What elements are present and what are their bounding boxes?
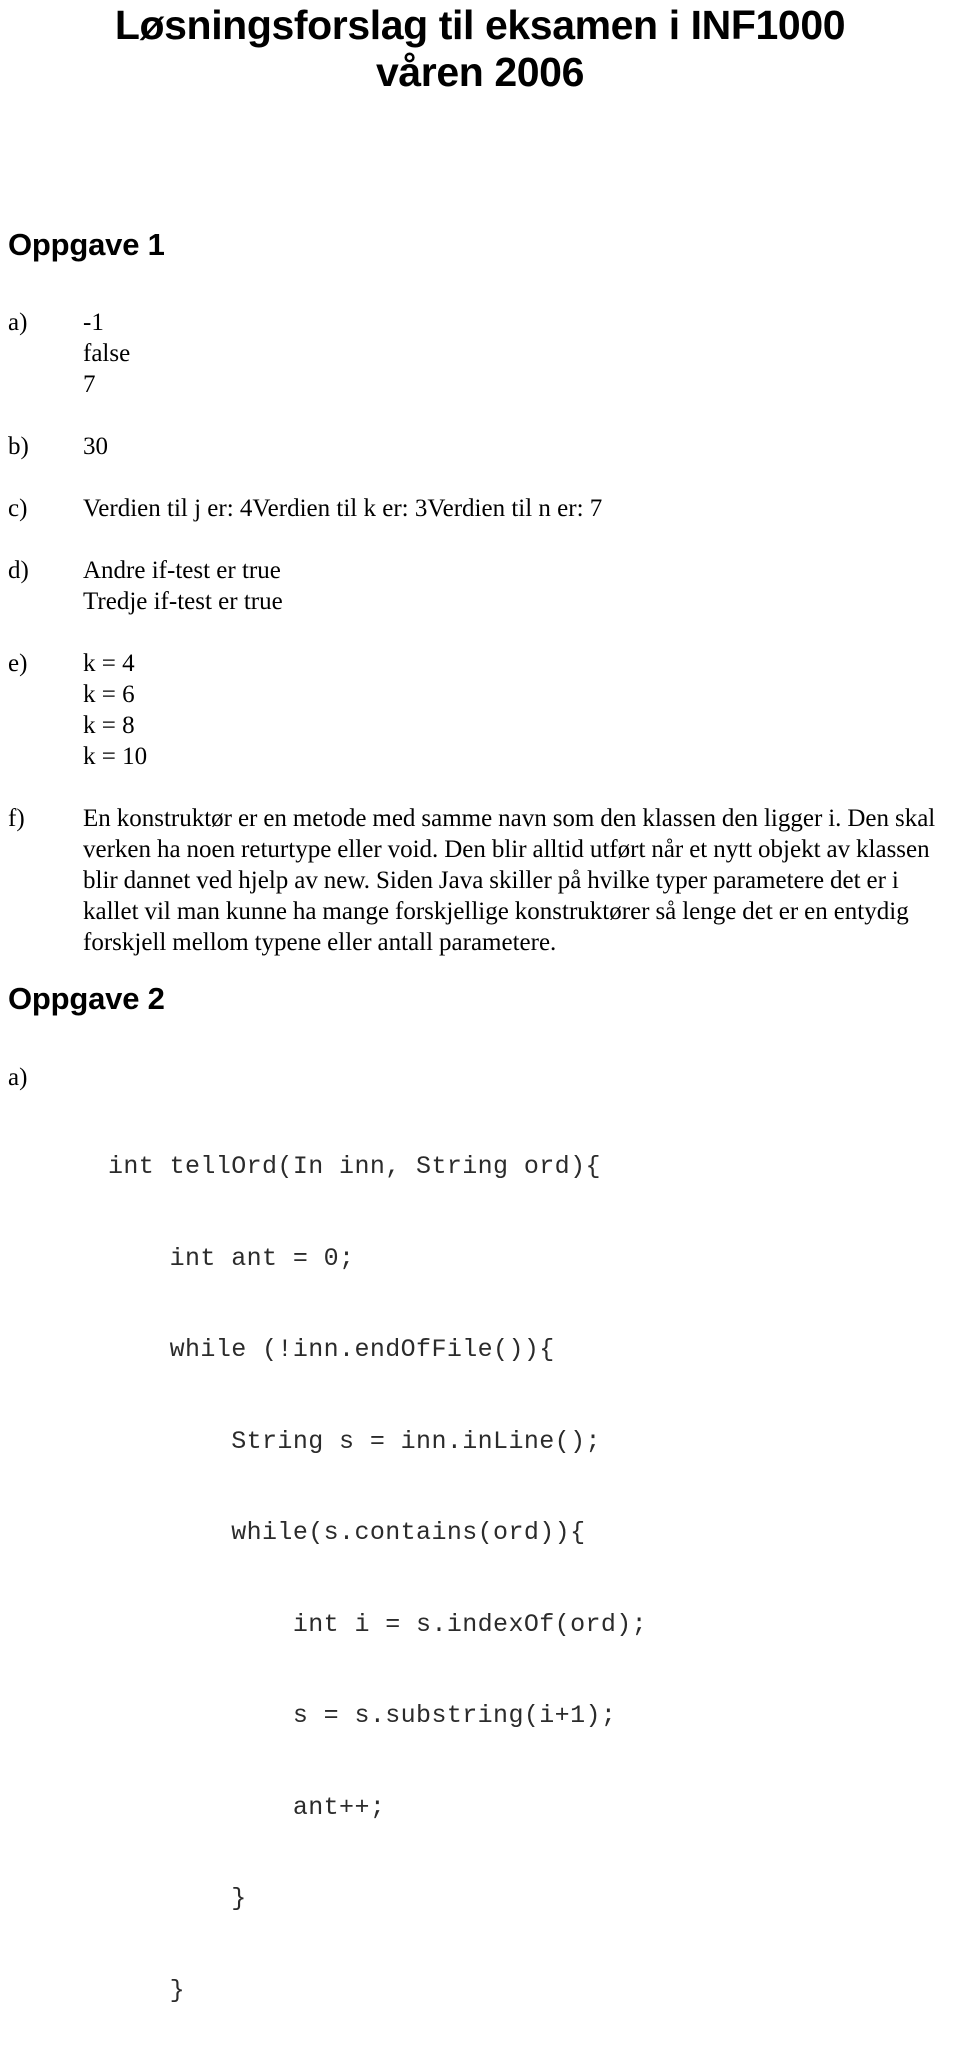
- code-line: while(s.contains(ord)){: [108, 1518, 586, 1547]
- document-title-line-2: våren 2006: [375, 49, 584, 95]
- answer-line: k = 4: [83, 650, 135, 677]
- section-heading-oppgave-1: Oppgave 1: [8, 227, 165, 262]
- document-title: Løsningsforslag til eksamen i INF1000 vå…: [0, 2, 960, 96]
- answer-item-f: f) En konstruktør er en metode med samme…: [0, 803, 960, 958]
- answer-label-oppgave2-a: a): [8, 1064, 28, 1091]
- code-line: int i = s.indexOf(ord);: [108, 1609, 648, 1639]
- code-line: int ant = 0;: [108, 1243, 355, 1273]
- code-line: int tellOrd(In inn, String ord){: [108, 1152, 601, 1181]
- answer-paragraph: En konstruktør er en metode med samme na…: [83, 805, 936, 956]
- document-page: Løsningsforslag til eksamen i INF1000 vå…: [0, 0, 960, 2005]
- answer-line: k = 8: [83, 712, 135, 739]
- answer-line: k = 6: [83, 681, 135, 708]
- answer-line: 30: [83, 433, 108, 460]
- answer-label-e: e): [8, 650, 28, 677]
- answer-label-b: b): [8, 433, 29, 460]
- code-line: while (!inn.endOfFile()){: [108, 1335, 555, 1364]
- code-block-tellord: int tellOrd(In inn, String ord){ int ant…: [108, 1091, 647, 2067]
- answer-line: Verdien til j er: 4Verdien til k er: 3Ve…: [83, 495, 603, 522]
- code-line: String s = inn.inLine();: [108, 1426, 601, 1456]
- answer-label-c: c): [8, 495, 28, 522]
- code-line: s = s.substring(i+1);: [108, 1701, 617, 1730]
- answer-line: Andre if-test er true: [83, 557, 281, 584]
- answer-item-a: a) -1 false 7: [0, 307, 960, 400]
- document-title-line-1: Løsningsforslag til eksamen i INF1000: [114, 2, 846, 48]
- answer-body-b: 30: [83, 431, 956, 462]
- answer-body-f: En konstruktør er en metode med samme na…: [83, 803, 958, 958]
- answer-line: Tredje if-test er true: [83, 588, 283, 615]
- answer-item-c: c) Verdien til j er: 4Verdien til k er: …: [0, 493, 960, 524]
- answer-line: k = 10: [83, 743, 148, 770]
- code-line: ant++;: [108, 1792, 386, 1822]
- answer-item-d: d) Andre if-test er true Tredje if-test …: [0, 555, 960, 617]
- answer-body-e: k = 4 k = 6 k = 8 k = 10: [83, 648, 956, 772]
- answer-line: 7: [83, 371, 96, 398]
- answer-label-f: f): [8, 805, 25, 832]
- section-heading-oppgave-2: Oppgave 2: [8, 981, 165, 1016]
- answer-body-c: Verdien til j er: 4Verdien til k er: 3Ve…: [83, 493, 956, 524]
- answer-label-a: a): [8, 309, 28, 336]
- answer-label-d: d): [8, 557, 29, 584]
- answer-item-e: e) k = 4 k = 6 k = 8 k = 10: [0, 648, 960, 772]
- answer-item-b: b) 30: [0, 431, 960, 462]
- answer-line: -1: [83, 309, 104, 336]
- answer-line: false: [83, 340, 131, 367]
- code-line: }: [108, 1884, 247, 1913]
- answer-body-d: Andre if-test er true Tredje if-test er …: [83, 555, 956, 617]
- code-line: }: [108, 1975, 186, 2005]
- answer-body-a: -1 false 7: [83, 307, 956, 400]
